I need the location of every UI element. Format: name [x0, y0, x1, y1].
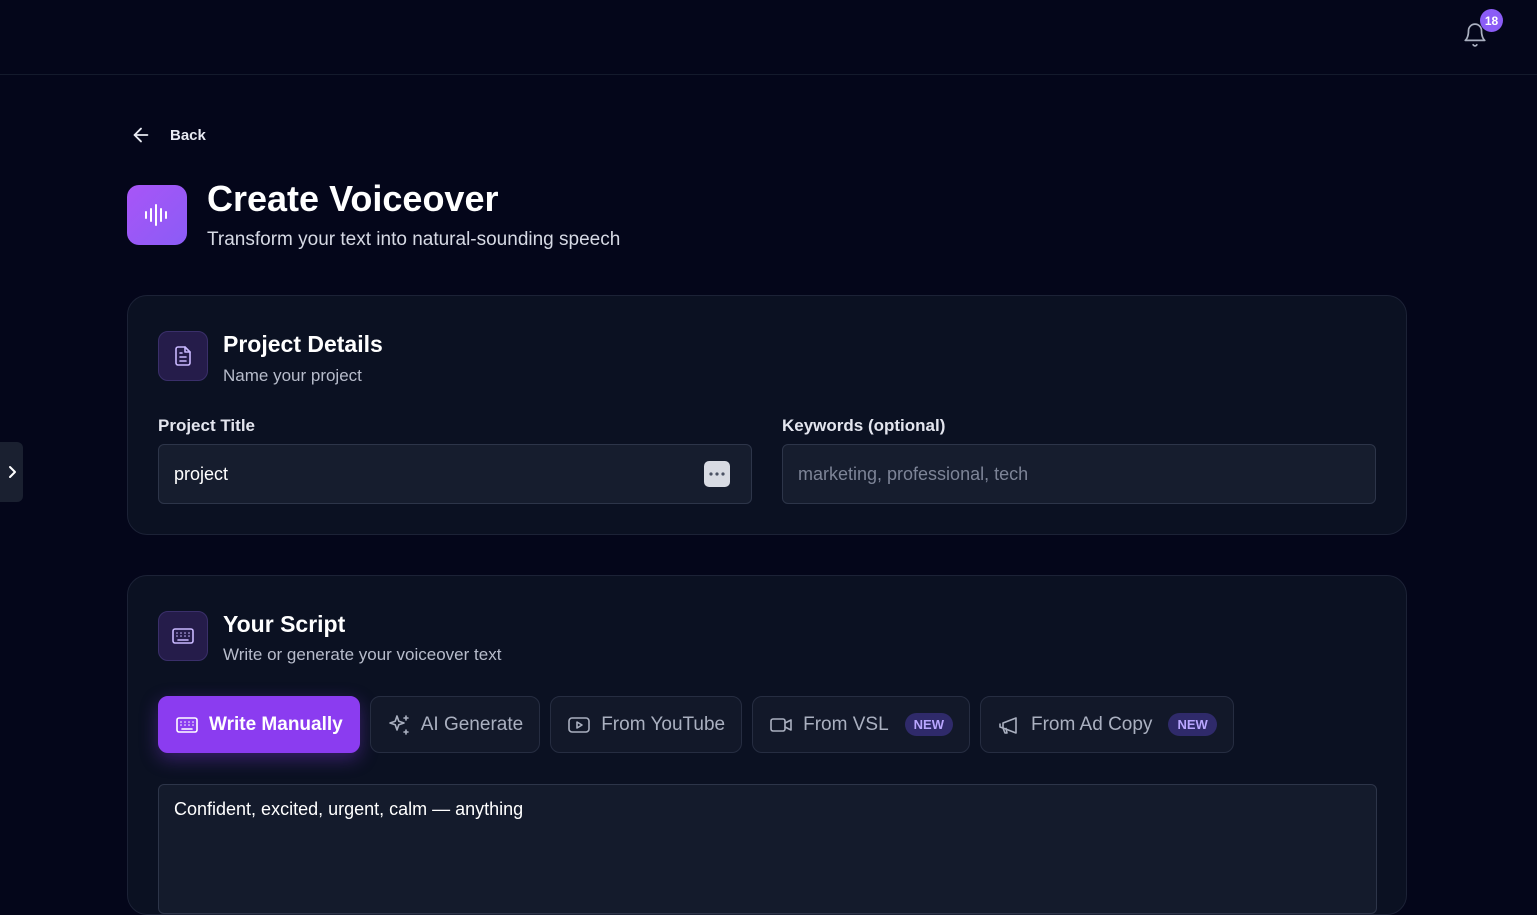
tab-label: AI Generate [420, 713, 524, 735]
page-subtitle: Transform your text into natural-soundin… [207, 229, 621, 250]
password-manager-icon[interactable] [704, 461, 730, 487]
megaphone-icon [999, 716, 1017, 734]
new-badge: NEW [904, 713, 953, 736]
tab-from-ad-copy[interactable]: From Ad Copy NEW [980, 696, 1234, 753]
document-icon [158, 331, 208, 381]
tab-from-vsl[interactable]: From VSL NEW [752, 696, 970, 753]
project-details-card: Project Details Name your project Projec… [127, 295, 1407, 535]
video-camera-icon [770, 717, 792, 732]
chevron-right-icon [8, 466, 16, 478]
arrow-left-icon [133, 127, 149, 143]
tab-label: From Ad Copy [1031, 713, 1153, 735]
section-subtitle: Write or generate your voiceover text [223, 645, 502, 664]
back-button[interactable]: Back [130, 122, 206, 148]
tab-label: Write Manually [209, 713, 343, 735]
section-subtitle: Name your project [223, 366, 362, 385]
keywords-input[interactable] [782, 444, 1376, 504]
project-title-input[interactable] [158, 444, 752, 504]
notification-count-badge: 18 [1480, 9, 1503, 32]
sparkles-icon [388, 714, 409, 735]
keyboard-icon [176, 716, 198, 733]
back-label: Back [170, 126, 206, 144]
keywords-label: Keywords (optional) [782, 416, 946, 435]
section-title: Project Details [223, 331, 383, 357]
script-card: Your Script Write or generate your voice… [127, 575, 1407, 915]
audio-waveform-icon [127, 185, 187, 245]
tab-label: From VSL [803, 713, 889, 735]
script-textarea[interactable]: Confident, excited, urgent, calm — anyth… [158, 784, 1377, 914]
page-title: Create Voiceover [207, 178, 499, 219]
keyboard-icon [158, 611, 208, 661]
top-bar: 18 [0, 0, 1537, 75]
new-badge: NEW [1168, 713, 1217, 736]
tab-write-manually[interactable]: Write Manually [158, 696, 360, 753]
tab-from-youtube[interactable]: From YouTube [550, 696, 743, 753]
youtube-play-icon [568, 716, 590, 733]
script-source-tabs: Write Manually AI Generate From YouTube … [158, 696, 1234, 753]
project-title-label: Project Title [158, 416, 255, 435]
sidebar-toggle[interactable] [0, 442, 23, 502]
section-title: Your Script [223, 611, 346, 637]
tab-ai-generate[interactable]: AI Generate [369, 696, 541, 753]
tab-label: From YouTube [601, 713, 726, 735]
